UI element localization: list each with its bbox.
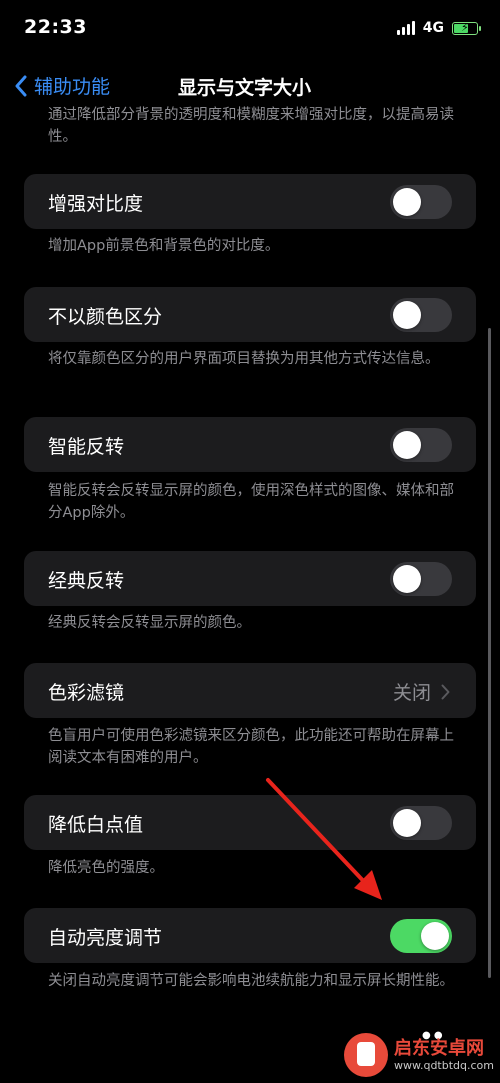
setting-note: 色盲用户可使用色彩滤镜来区分颜色，此功能还可帮助在屏幕上阅读文本有困难的用户。	[48, 728, 454, 766]
setting-note: 增加App前景色和背景色的对比度。	[48, 238, 280, 254]
setting-row: 自动亮度调节	[24, 908, 476, 963]
status-time: 22:33	[24, 16, 87, 38]
watermark-url: www.qdtbtdq.com	[393, 1058, 494, 1072]
smart-invert-toggle[interactable]	[390, 428, 452, 462]
watermark-logo-icon	[343, 1033, 388, 1077]
color-filters-value: 关闭	[393, 678, 450, 705]
watermark-name: 启东安卓网	[393, 1037, 484, 1059]
differentiate-without-color-toggle[interactable]	[390, 298, 452, 332]
page-title: 显示与文字大小	[178, 77, 312, 99]
auto-brightness-toggle[interactable]	[390, 919, 452, 953]
setting-note: 智能反转会反转显示屏的颜色，使用深色样式的图像、媒体和部分App除外。	[48, 483, 454, 521]
setting-note: 经典反转会反转显示屏的颜色。	[48, 615, 251, 631]
red-arrow-annotation	[266, 778, 382, 900]
setting-label: 不以颜色区分	[48, 306, 163, 328]
classic-invert-toggle[interactable]	[390, 562, 452, 596]
status-bar: 22:33 4G ⚡	[0, 0, 500, 60]
setting-label: 自动亮度调节	[48, 927, 163, 949]
back-button[interactable]: 辅助功能	[14, 72, 110, 99]
setting-note: 将仅靠颜色区分的用户界面项目替换为用其他方式传达信息。	[48, 351, 440, 367]
battery-charging-icon: ⚡	[452, 21, 481, 35]
setting-row: 经典反转	[24, 551, 476, 606]
scrollbar[interactable]	[488, 328, 491, 978]
intro-note: 通过降低部分背景的透明度和模糊度来增强对比度，以提高易读性。	[48, 107, 454, 145]
color-filters-row[interactable]: 色彩滤镜 关闭	[24, 663, 476, 718]
setting-row: 增强对比度	[24, 174, 476, 229]
watermark: 启东安卓网 www.qdtbtdq.com	[343, 1033, 494, 1077]
setting-label: 降低白点值	[48, 814, 144, 836]
signal-icon	[396, 21, 415, 35]
setting-row: 智能反转	[24, 417, 476, 472]
chevron-left-icon	[15, 75, 27, 96]
reduce-white-point-toggle[interactable]	[390, 806, 452, 840]
back-label: 辅助功能	[34, 76, 111, 98]
status-icons: 4G ⚡	[396, 20, 481, 36]
increase-contrast-toggle[interactable]	[390, 185, 452, 219]
settings-list[interactable]: 通过降低部分背景的透明度和模糊度来增强对比度，以提高易读性。 增强对比度 增加A…	[0, 100, 500, 1083]
setting-label: 智能反转	[48, 436, 125, 458]
setting-label: 色彩滤镜	[48, 682, 125, 704]
setting-row: 不以颜色区分	[24, 287, 476, 342]
chevron-right-icon	[441, 684, 450, 699]
network-type: 4G	[422, 20, 444, 36]
setting-label: 增强对比度	[48, 193, 144, 215]
setting-note: 关闭自动亮度调节可能会影响电池续航能力和显示屏长期性能。	[48, 973, 454, 989]
setting-label: 经典反转	[48, 570, 125, 592]
setting-note: 降低亮色的强度。	[48, 860, 164, 876]
value-text: 关闭	[392, 682, 431, 704]
setting-row: 降低白点值	[24, 795, 476, 850]
